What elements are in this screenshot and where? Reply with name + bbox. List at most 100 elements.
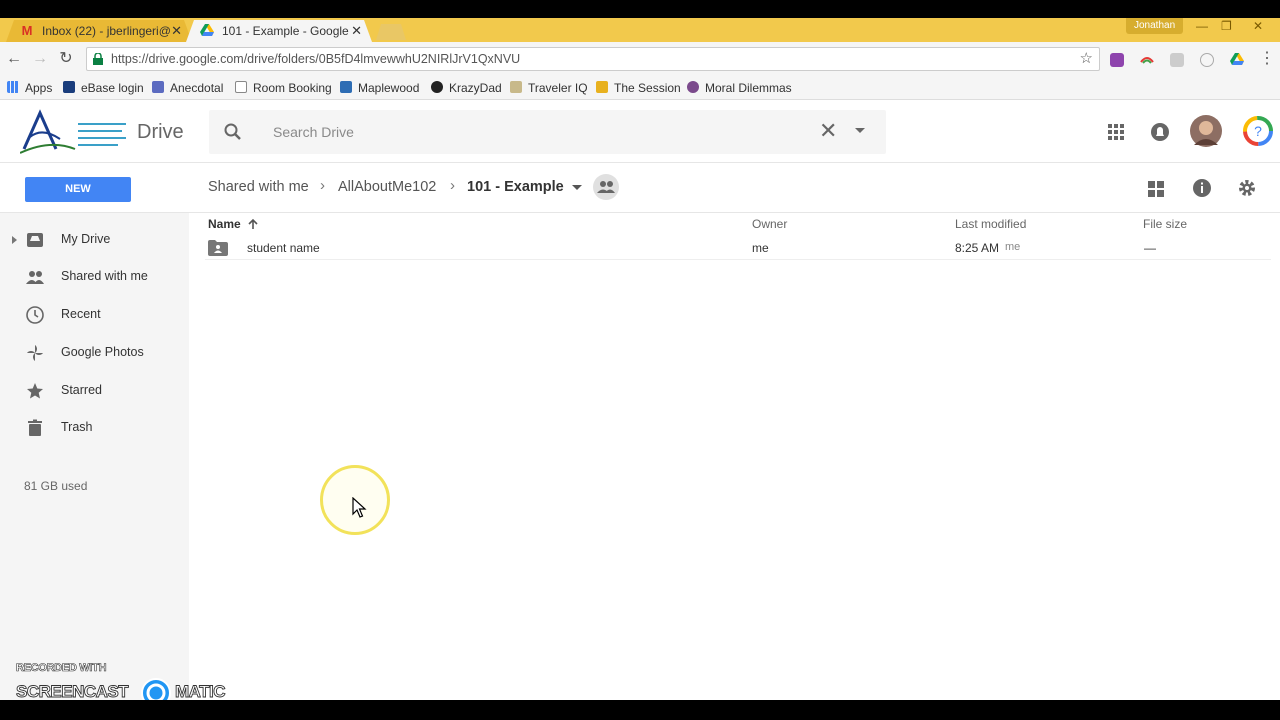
new-button[interactable]: NEW [25,177,131,202]
drive-header: Drive ✕ ? [0,101,1280,163]
avatar[interactable] [1190,115,1222,147]
bookmark-anecdotal[interactable]: Anecdotal [152,80,223,96]
bookmark-krazydad[interactable]: KrazyDad [431,80,502,96]
top-letterbox [0,0,1280,18]
new-tab-button[interactable] [376,24,406,40]
reload-icon[interactable]: ↻ [57,50,75,68]
notifications-icon[interactable] [1146,118,1174,146]
breadcrumb-current-folder[interactable]: 101 - Example [467,179,564,195]
gmail-icon: M [21,23,33,38]
page-icon [235,81,247,93]
maplewood-icon [340,81,352,93]
screen: M Inbox (22) - jberlingeri@ ✕ 101 - Exam… [0,0,1280,720]
people-icon [597,181,615,193]
tab-gmail-inbox[interactable]: M Inbox (22) - jberlingeri@ ✕ [6,20,192,42]
shared-folder-badge[interactable] [593,174,619,200]
folder-menu-dropdown-icon[interactable] [572,185,582,190]
bottom-letterbox [0,700,1280,720]
bookmarks-bar: Apps eBase login Anecdotal Room Booking … [0,76,1280,100]
file-owner: me [752,241,769,255]
search-icon[interactable] [223,122,243,142]
the-session-icon [596,81,608,93]
search-box: ✕ [209,110,886,154]
app-name: Drive [137,121,184,143]
bookmark-ebase-login[interactable]: eBase login [63,80,144,96]
restore-icon[interactable]: ❐ [1221,18,1232,34]
close-tab-icon[interactable]: ✕ [351,20,362,42]
bookmark-star-icon[interactable]: ☆ [1080,49,1093,69]
expand-arrow-icon[interactable] [12,236,17,244]
breadcrumb-shared-with-me[interactable]: Shared with me [208,179,309,195]
my-drive-icon [27,233,43,247]
watermark-brand-left: SCREENCAST [16,682,130,702]
sort-ascending-icon[interactable] [247,218,259,230]
file-modified-time: 8:25 AM [955,241,1000,255]
krazydad-icon [431,81,443,93]
clock-icon [26,306,44,324]
shared-with-me-icon [26,271,44,284]
sidebar-item-recent[interactable]: Recent [0,297,189,333]
bookmark-maplewood[interactable]: Maplewood [340,80,419,96]
bookmark-moral-dilemmas[interactable]: Moral Dilemmas [687,80,792,96]
file-name[interactable]: student name [247,241,320,255]
search-input[interactable] [273,121,793,143]
table-row[interactable]: student name me 8:25 AM me — [205,236,1271,260]
watermark-brand-right: MATIC [175,682,226,702]
anecdotal-icon [152,81,164,93]
storage-used[interactable]: 81 GB used [24,479,87,493]
sidebar-item-shared-with-me[interactable]: Shared with me [0,259,189,295]
extension-icon[interactable] [1140,53,1154,67]
shared-folder-icon [208,240,228,256]
column-header-file-size: File size [1143,217,1188,231]
sidebar-item-starred[interactable]: Starred [0,373,189,409]
ebase-icon [63,81,75,93]
sidebar-item-trash[interactable]: Trash [0,410,189,446]
profile-name[interactable]: Jonathan [1126,18,1184,34]
drive-toolbar: NEW Shared with me › AllAboutMe102 › 101… [0,163,1280,213]
chevron-right-icon: › [450,177,455,194]
sidebar: My Drive Shared with me Recent Google Ph… [0,213,189,700]
chrome-menu-icon[interactable]: ⋮ [1258,50,1276,68]
google-drive-extension-icon[interactable] [1230,53,1244,67]
address-bar[interactable]: https://drive.google.com/drive/folders/0… [86,47,1100,71]
help-icon[interactable]: ? [1242,115,1274,147]
minimize-icon[interactable]: — [1196,18,1208,34]
moral-dilemmas-icon [687,81,699,93]
sidebar-item-my-drive[interactable]: My Drive [0,222,189,258]
settings-gear-icon[interactable] [1237,178,1257,198]
column-header-last-modified[interactable]: Last modified [955,217,1026,231]
back-icon[interactable]: ← [5,50,23,68]
apps-grid-icon[interactable] [1102,118,1130,146]
svg-text:?: ? [1254,123,1262,139]
extension-icon[interactable] [1170,53,1184,67]
bookmark-traveler-iq[interactable]: Traveler IQ [510,80,588,96]
trash-icon [28,419,42,436]
close-window-icon[interactable]: ✕ [1253,18,1263,34]
close-tab-icon[interactable]: ✕ [171,20,182,42]
watermark-recorded-with: RECORDED WITH [16,662,107,675]
sidebar-item-google-photos[interactable]: Google Photos [0,335,189,371]
url-text: https://drive.google.com/drive/folders/0… [111,52,521,66]
organization-logo[interactable] [20,109,130,155]
traveler-iq-icon [510,81,522,93]
bookmark-the-session[interactable]: The Session [596,80,681,96]
grid-view-icon[interactable] [1146,179,1166,199]
clear-search-icon[interactable]: ✕ [819,118,837,144]
forward-icon[interactable]: → [31,50,49,68]
bookmark-apps[interactable]: Apps [7,80,52,96]
lock-icon [93,53,103,65]
star-icon [27,383,43,399]
breadcrumb-allaboutme102[interactable]: AllAboutMe102 [338,179,436,195]
info-icon[interactable] [1192,178,1212,198]
bookmark-room-booking[interactable]: Room Booking [235,80,332,96]
extension-icon[interactable] [1110,53,1124,67]
search-options-dropdown-icon[interactable] [855,128,865,133]
tab-title: Inbox (22) - jberlingeri@ [42,24,171,38]
file-size: — [1144,241,1156,255]
apps-grid-icon [7,81,19,93]
tab-title: 101 - Example - Google [222,24,349,38]
tab-drive-folder[interactable]: 101 - Example - Google ✕ [186,20,372,42]
column-header-name[interactable]: Name [208,217,241,231]
column-header-owner: Owner [752,217,788,231]
extension-icon[interactable] [1200,53,1214,67]
